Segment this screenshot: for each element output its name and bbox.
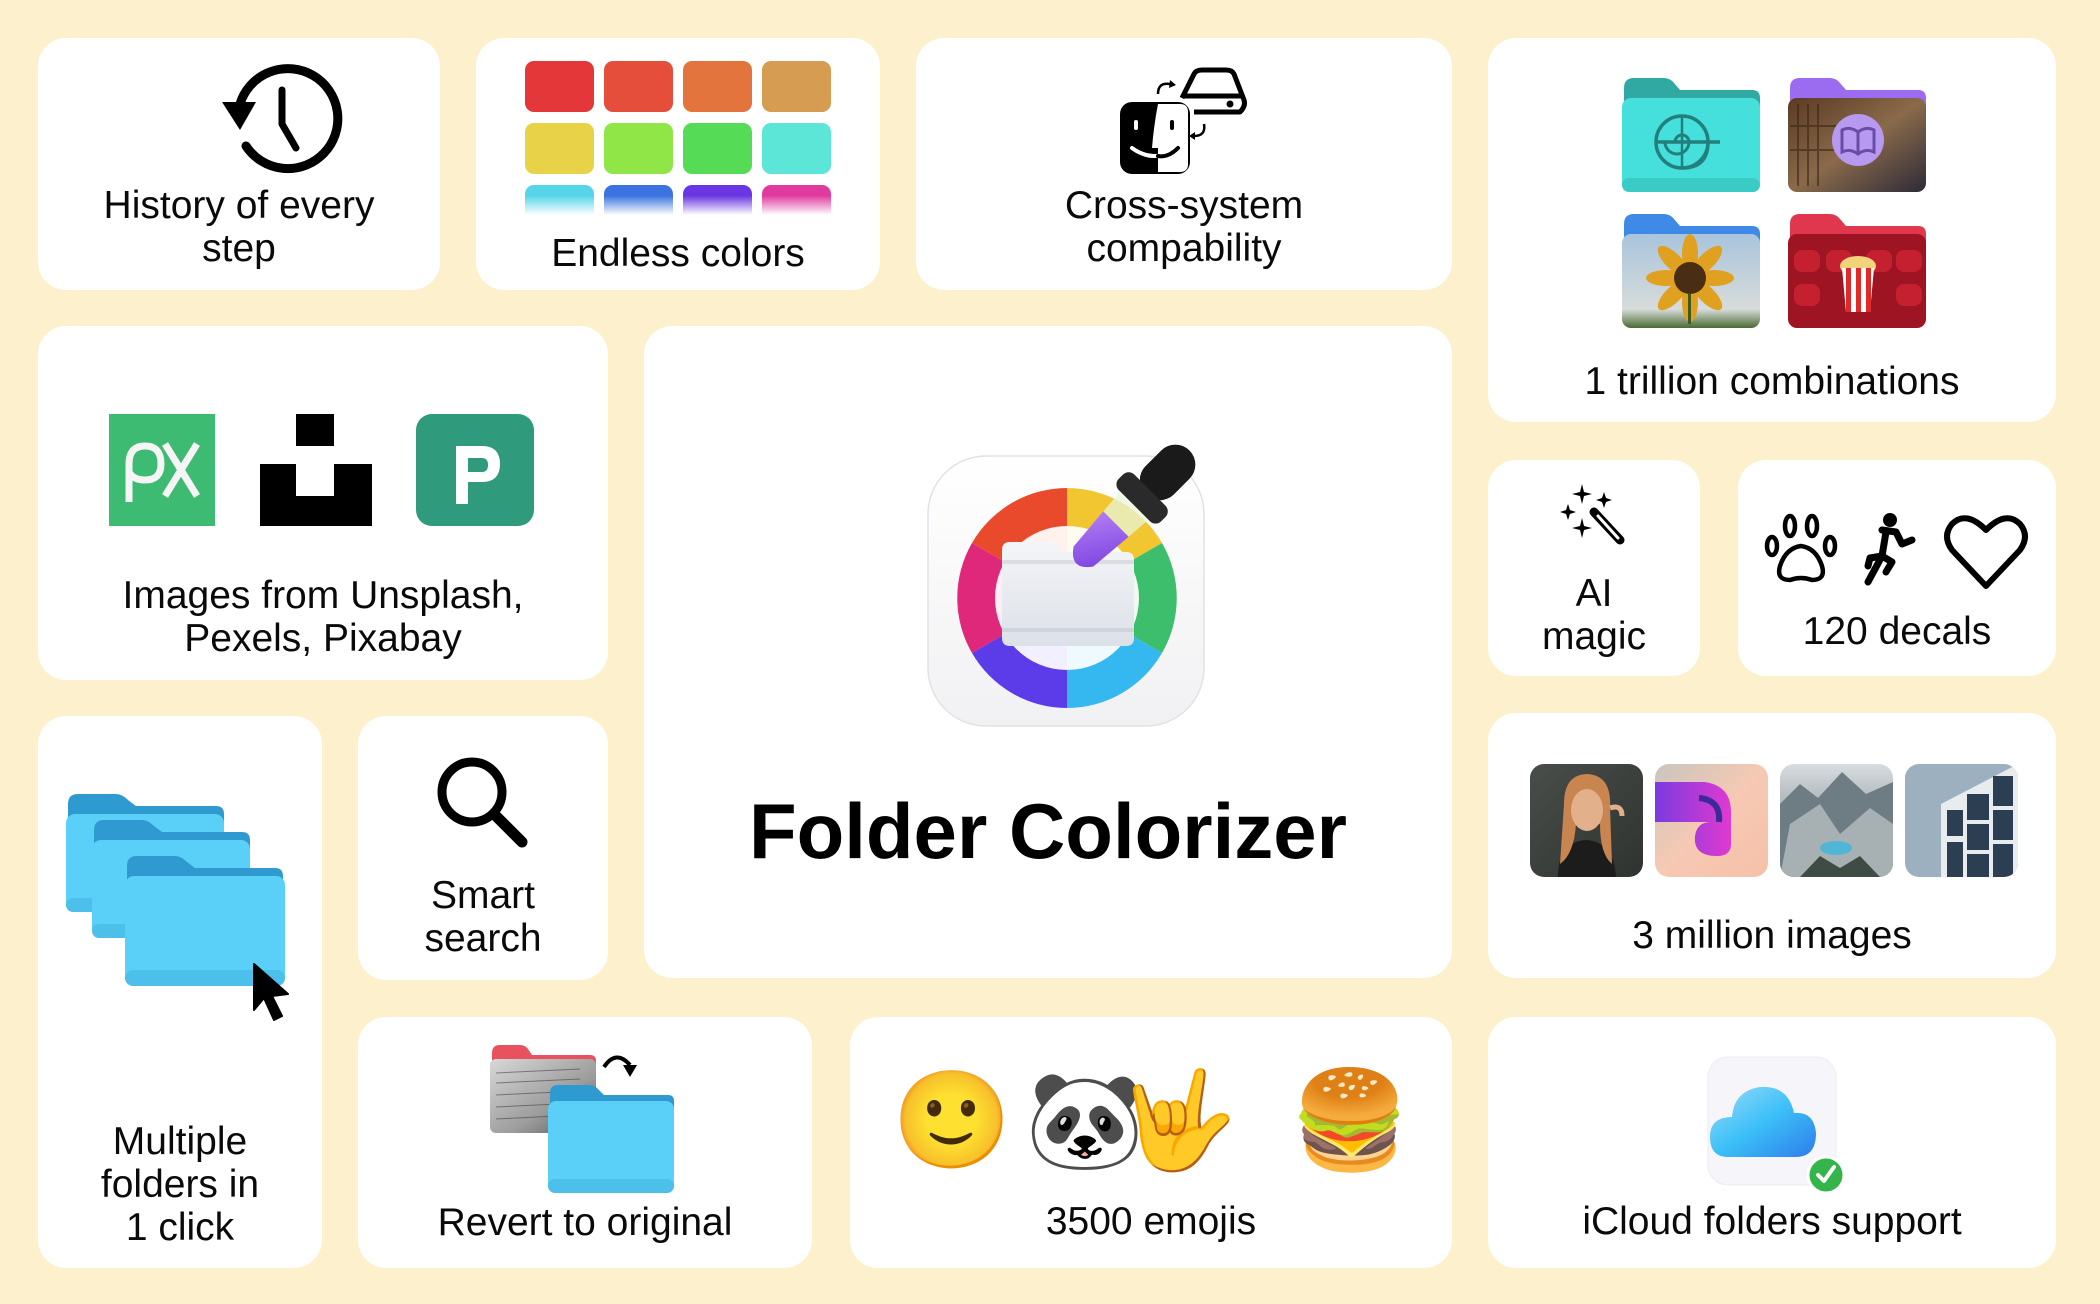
feature-card-ai-magic: AI magic [1488,460,1700,676]
history-label-line2: step [202,227,276,270]
thumbnail-abstract-3d [1655,764,1768,877]
color-swatch [683,123,752,174]
pexels-logo [416,414,534,526]
color-swatch [762,61,831,112]
finder-drive-swap-icon [1118,64,1248,174]
color-swatch [762,123,831,174]
feature-card-multiple-folders: Multiple folders in 1 click [38,716,322,1268]
app-hero-card: Folder Colorizer [644,326,1452,978]
color-swatch [604,123,673,174]
color-swatch [525,61,594,112]
pixabay-logo [109,414,215,526]
color-swatch [604,185,673,215]
thumbnail-mountain-lake [1780,764,1893,877]
color-swatch [525,123,594,174]
emojis-label: 3500 emojis [1045,1200,1257,1243]
running-person-icon [1856,512,1916,586]
multiple-folders-label-line3: 1 click [125,1206,235,1249]
colors-label: Endless colors [551,232,805,275]
feature-card-cross-system: Cross-system compability [916,38,1452,290]
revert-label: Revert to original [437,1201,733,1244]
magnifier-icon [432,754,532,854]
color-swatch [762,185,831,215]
feature-card-icloud: iCloud folders support [1488,1017,2056,1268]
feature-card-smart-search: Smart search [358,716,608,980]
history-label-line1: History of every [103,184,375,227]
feature-card-combinations: 1 trillion combinations [1488,38,2056,422]
feature-card-decals: 120 decals [1738,460,2056,676]
ai-magic-label-line1: AI [1575,572,1613,615]
image-sources-label-line2: Pexels, Pixabay [184,617,462,660]
decals-label: 120 decals [1802,610,1992,653]
ai-magic-label-line2: magic [1541,615,1647,658]
million-images-label: 3 million images [1632,914,1912,957]
red-folder-popcorn-icon [1786,210,1928,330]
stacked-folders-cursor-icon [66,792,306,1042]
smart-search-label-line2: search [424,917,542,960]
icloud-label: iCloud folders support [1582,1200,1962,1243]
feature-card-history: History of every step [38,38,440,290]
color-swatch [683,61,752,112]
unsplash-logo [260,414,372,526]
color-swatch [604,61,673,112]
blue-folder-sunflower-icon [1620,210,1762,330]
cross-system-label-line2: compability [1086,227,1282,270]
combinations-label: 1 trillion combinations [1584,360,1960,403]
emoji-hamburger: 🍔 [1290,1064,1410,1176]
heart-icon [1944,514,2028,590]
history-clock-icon [216,62,343,174]
cross-system-label-line1: Cross-system [1064,184,1304,227]
emoji-love-you-gesture: 🤟 [1118,1064,1238,1176]
thumbnail-portrait-woman [1530,764,1643,877]
emoji-slightly-smiling-face: 🙂 [892,1064,1012,1176]
magic-wand-sparkles-icon [1560,484,1630,548]
thumbnail-building [1905,764,2018,877]
multiple-folders-label-line1: Multiple [112,1120,248,1163]
app-title: Folder Colorizer [748,787,1348,875]
purple-folder-library-icon [1786,74,1928,194]
color-swatch [683,185,752,215]
revert-folder-icon [490,1043,690,1193]
icloud-check-icon [1698,1047,1858,1197]
image-sources-label-line1: Images from Unsplash, [122,574,524,617]
multiple-folders-label-line2: folders in [100,1163,260,1206]
color-swatch [525,185,594,215]
feature-card-image-sources: Images from Unsplash, Pexels, Pixabay [38,326,608,680]
folder-colorizer-app-icon [904,430,1205,727]
smart-search-label-line1: Smart [430,874,535,917]
feature-card-revert: Revert to original [358,1017,812,1268]
teal-folder-nautilus-icon [1620,74,1762,194]
paw-icon [1764,512,1840,586]
